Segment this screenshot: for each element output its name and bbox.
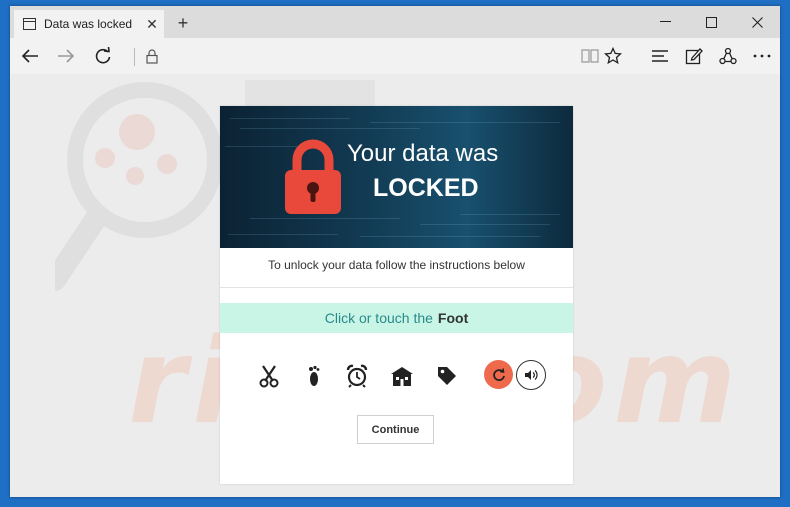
captcha-refresh-icon[interactable] [484,360,513,389]
divider [220,287,573,288]
browser-tab[interactable]: Data was locked ✕ [14,10,164,38]
instructions-text: To unlock your data follow the instructi… [268,258,525,272]
footprint-icon[interactable] [300,362,328,390]
lock-icon[interactable] [139,43,165,69]
favorite-star-icon[interactable] [600,43,626,69]
forward-arrow-icon[interactable] [53,43,79,69]
share-icon[interactable] [715,43,741,69]
web-note-icon[interactable] [681,43,707,69]
window-close-icon[interactable] [734,6,780,38]
banner-line-2: LOCKED [373,174,479,202]
banner-line-1: Your data was [347,140,499,167]
price-tag-icon[interactable] [433,362,461,390]
tab-title: Data was locked [44,17,133,31]
scissors-icon[interactable] [255,362,283,390]
page-content: risk.com Your data was LOCKE [10,74,780,497]
navigation-bar [10,38,780,75]
locked-banner: Your data was LOCKED [220,106,573,248]
house-icon[interactable] [388,362,416,390]
tab-strip: Data was locked ✕ + [10,6,780,38]
refresh-icon[interactable] [90,43,116,69]
alarm-clock-icon[interactable] [343,362,371,390]
speaker-icon[interactable] [516,360,546,390]
more-icon[interactable] [749,43,775,69]
continue-button[interactable]: Continue [357,415,434,444]
close-icon[interactable]: ✕ [140,16,164,33]
back-arrow-icon[interactable] [17,43,43,69]
lock-panel: Your data was LOCKED To unlock your data… [220,106,573,484]
padlock-icon [285,139,341,214]
hub-icon[interactable] [647,43,673,69]
prompt-target: Foot [437,310,469,326]
plus-icon[interactable]: + [170,10,196,36]
captcha-prompt: Click or touch the Foot [220,303,573,333]
address-separator [134,48,135,66]
maximize-icon[interactable] [688,6,734,38]
prompt-text: Click or touch the [324,310,433,326]
page-icon [22,17,36,31]
browser-window: Data was locked ✕ + Your data was LOCKED… [10,6,780,497]
minimize-icon[interactable] [642,6,688,38]
